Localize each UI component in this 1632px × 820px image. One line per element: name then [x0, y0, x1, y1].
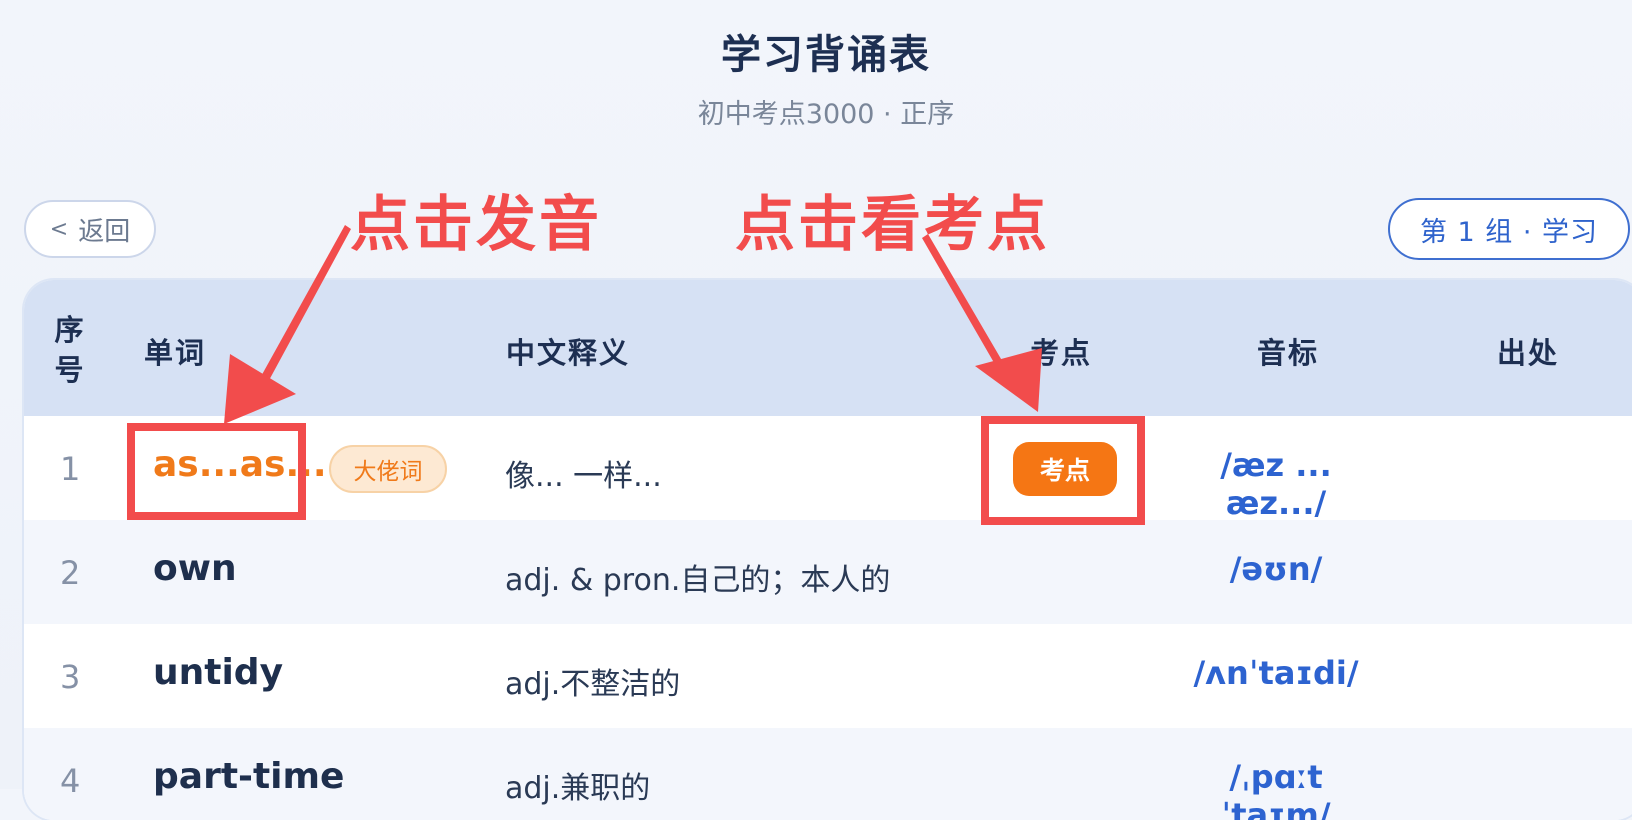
- page-title: 学习背诵表: [721, 32, 931, 78]
- highlight-box-word: [127, 423, 306, 520]
- group-status-button[interactable]: 第 1 组 · 学习: [1388, 198, 1630, 260]
- row-index: 2: [60, 554, 81, 592]
- word-pronounce-link[interactable]: untidy: [153, 652, 283, 693]
- row-phonetic[interactable]: /ʌnˈtaɪdi/: [1176, 654, 1376, 692]
- row-meaning: adj.不整洁的: [505, 667, 681, 702]
- table-row: 4 part-time adj.兼职的 /ˌpɑːtˈtaɪm/: [24, 728, 1632, 820]
- row-index: 4: [60, 762, 81, 800]
- word-pronounce-link[interactable]: own: [153, 548, 237, 589]
- table-header: 序 号 单词 中文释义 考点 音标 出处: [24, 280, 1632, 416]
- header-index: 序 号: [54, 310, 86, 390]
- row-meaning: adj.兼职的: [505, 771, 651, 806]
- row-phonetic[interactable]: /æz ... æz.../: [1176, 446, 1376, 522]
- highlight-box-exam-point: [981, 416, 1145, 525]
- back-button-label: 返回: [78, 216, 131, 247]
- page-subtitle: 初中考点3000 · 正序: [697, 99, 955, 130]
- annotation-view-point: 点击看考点: [735, 190, 1050, 260]
- row-index: 1: [60, 450, 81, 488]
- header-index-label: 序 号: [54, 313, 86, 387]
- back-button[interactable]: < 返回: [24, 200, 156, 258]
- table-row: 2 own adj. & pron.自己的；本人的 /əʊn/: [24, 520, 1632, 624]
- header-meaning: 中文释义: [506, 336, 631, 370]
- header-phonetic: 音标: [1257, 336, 1320, 370]
- word-table: 序 号 单词 中文释义 考点 音标 出处 1 as...as... 大佬词 像.…: [24, 280, 1632, 820]
- annotation-pronounce: 点击发音: [350, 190, 602, 260]
- row-meaning: 像... 一样...: [505, 459, 662, 494]
- table-row: 3 untidy adj.不整洁的 /ʌnˈtaɪdi/: [24, 624, 1632, 728]
- chevron-left-icon: <: [49, 216, 69, 242]
- word-pronounce-link[interactable]: part-time: [153, 756, 344, 797]
- row-meaning: adj. & pron.自己的；本人的: [505, 563, 891, 598]
- row-phonetic[interactable]: /ˌpɑːtˈtaɪm/: [1176, 758, 1376, 820]
- header-word: 单词: [144, 336, 207, 370]
- row-phonetic[interactable]: /əʊn/: [1176, 550, 1376, 588]
- header-exam-point: 考点: [1030, 336, 1093, 370]
- row-index: 3: [60, 658, 81, 696]
- difficulty-tag: 大佬词: [329, 445, 447, 493]
- header-source: 出处: [1497, 336, 1560, 370]
